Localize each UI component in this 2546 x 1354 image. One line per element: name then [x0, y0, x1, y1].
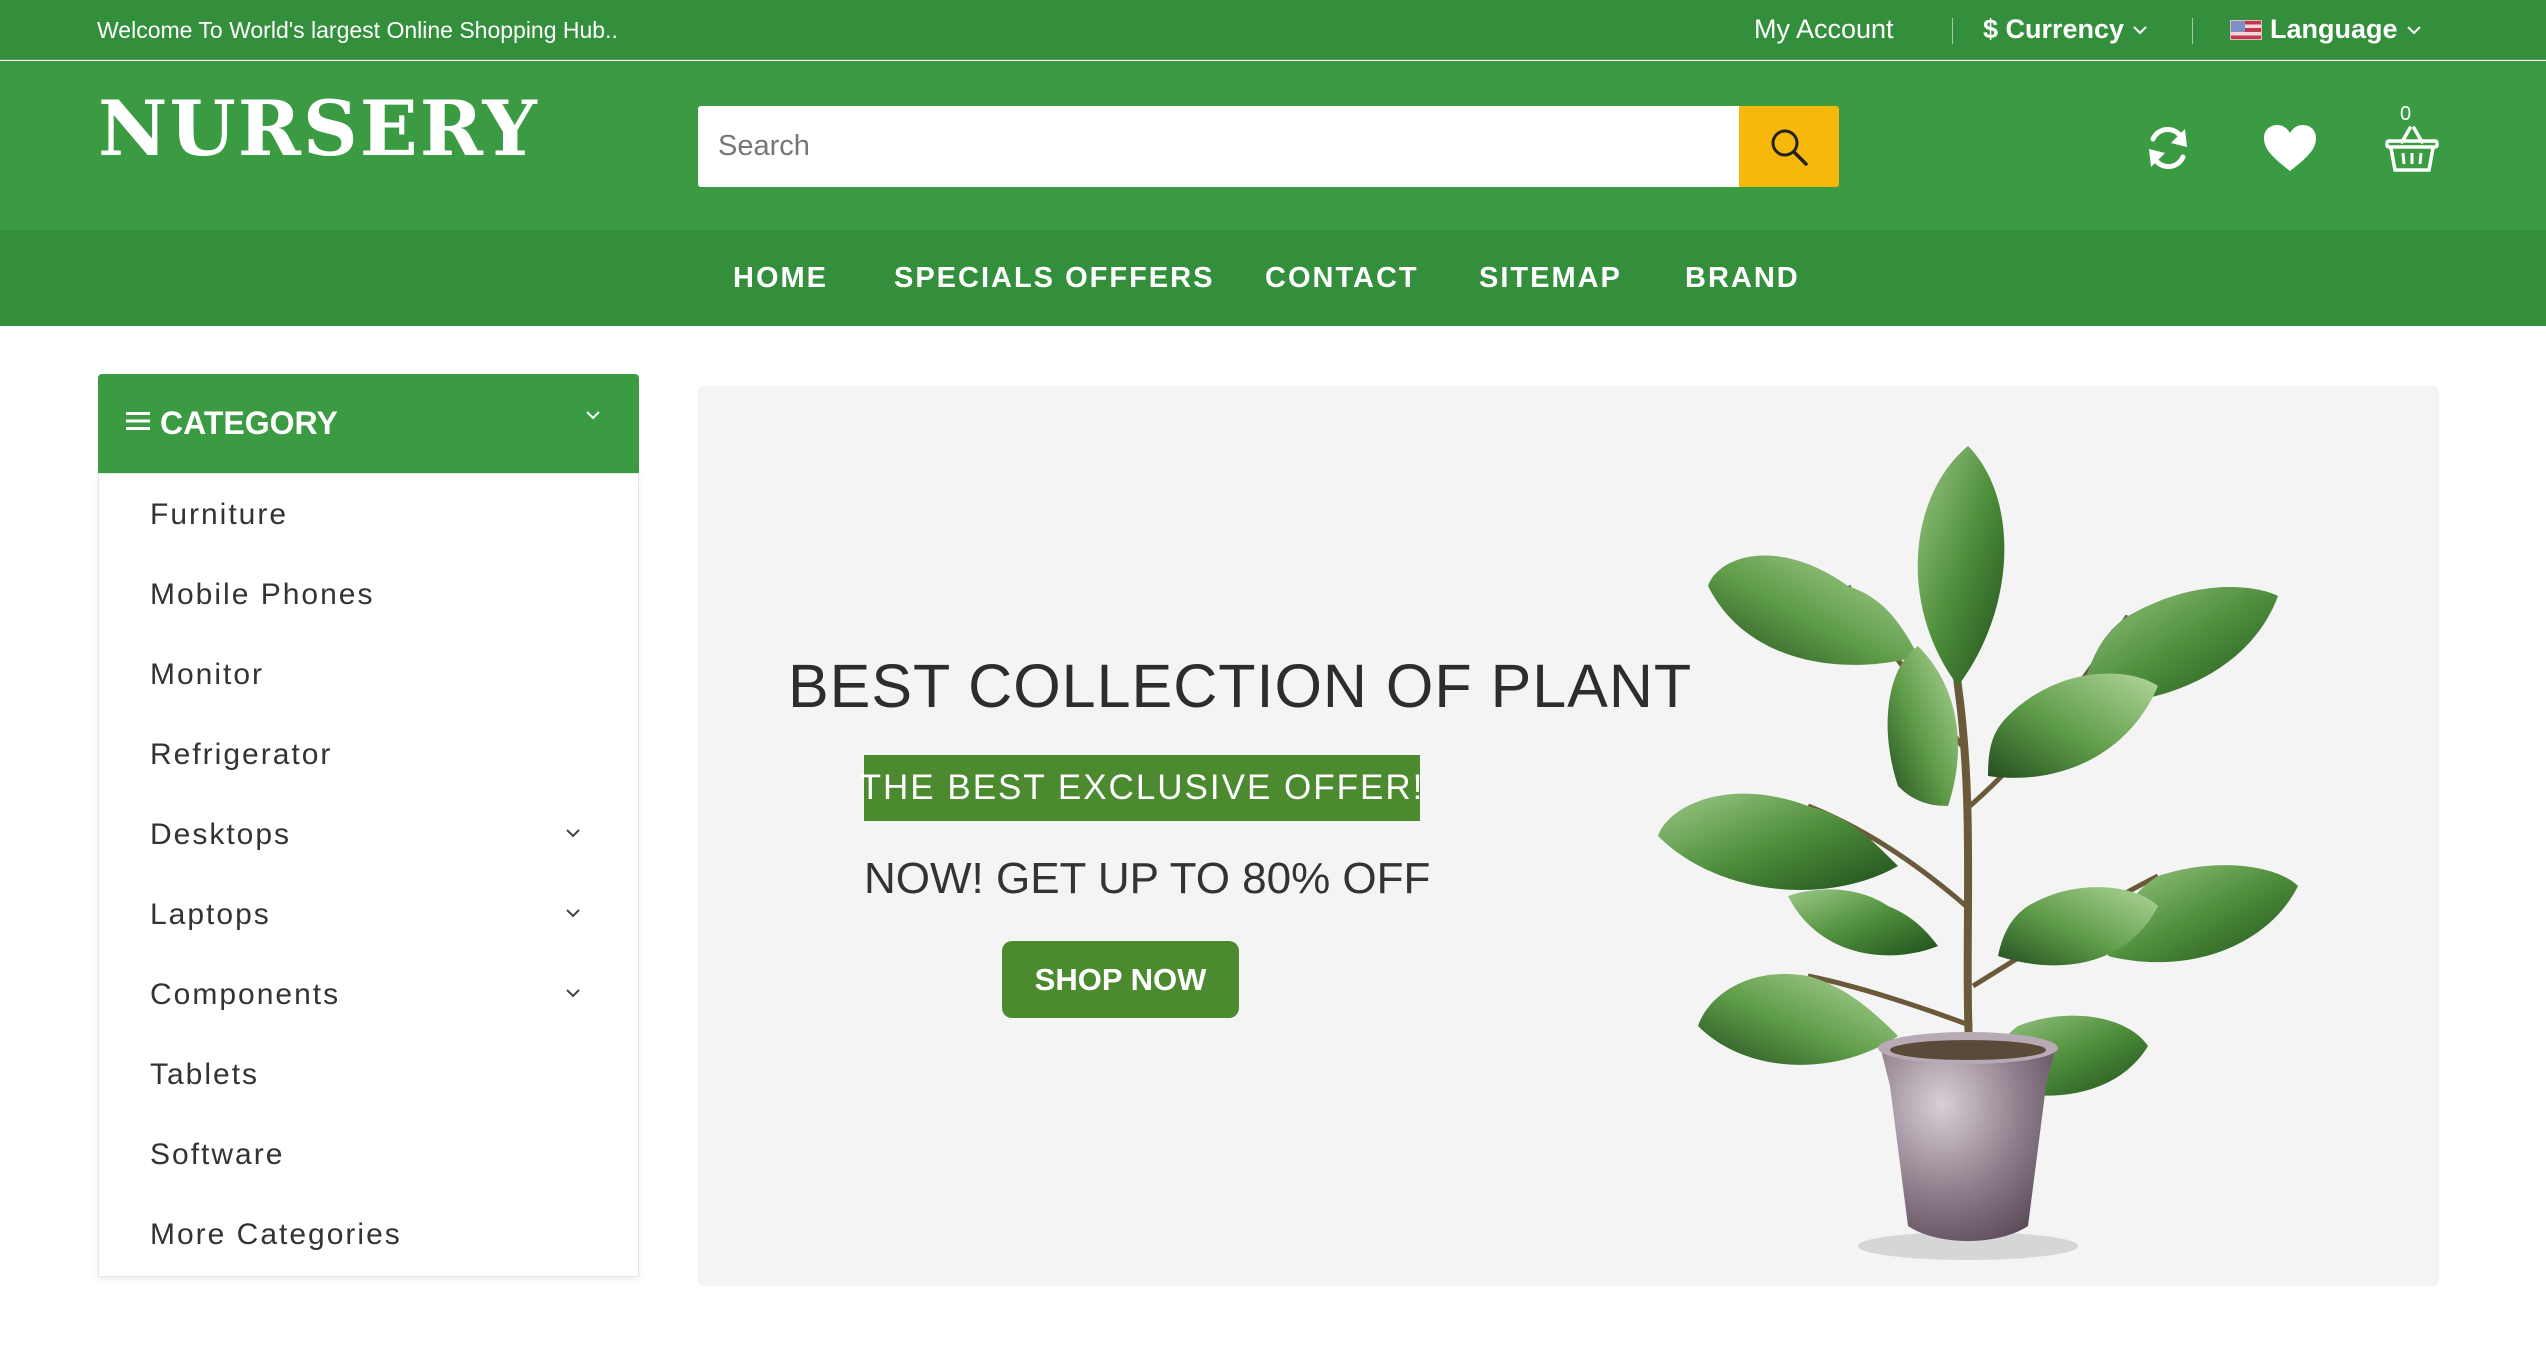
currency-label: $ Currency: [1983, 14, 2125, 44]
search-icon: [1771, 129, 1808, 166]
category-item-furniture[interactable]: Furniture: [99, 474, 638, 554]
main-nav: HOME SPECIALS OFFFERS CONTACT SITEMAP BR…: [0, 230, 2546, 326]
basket-icon: [2385, 126, 2439, 172]
divider: [1952, 18, 1953, 44]
divider: [2192, 18, 2193, 44]
hero-banner: BEST COLLECTION OF PLANT THE BEST EXCLUS…: [698, 386, 2439, 1286]
category-item-refrigerator[interactable]: Refrigerator: [99, 714, 638, 794]
hero-badge: THE BEST EXCLUSIVE OFFER!: [860, 755, 1422, 821]
nav-item-sitemap[interactable]: SITEMAP: [1479, 262, 1622, 295]
top-bar: Welcome To World's largest Online Shoppi…: [0, 0, 2546, 60]
category-item-label: Monitor: [150, 658, 265, 691]
hero-title: BEST COLLECTION OF PLANT: [788, 652, 1693, 720]
compare-button[interactable]: [2136, 116, 2200, 180]
category-item-more-categories[interactable]: More Categories: [99, 1194, 638, 1274]
chevron-down-icon[interactable]: [564, 987, 582, 999]
chevron-down-icon[interactable]: [564, 907, 582, 919]
category-item-label: Mobile Phones: [150, 578, 375, 611]
category-item-mobile-phones[interactable]: Mobile Phones: [99, 554, 638, 634]
menu-icon: [126, 412, 150, 430]
category-title: CATEGORY: [160, 405, 338, 441]
chevron-down-icon: [586, 411, 600, 420]
currency-dropdown[interactable]: $ Currency: [1983, 14, 2148, 45]
nav-item-contact[interactable]: CONTACT: [1265, 262, 1419, 295]
category-item-label: Tablets: [150, 1058, 260, 1091]
nav-item-brand[interactable]: BRAND: [1685, 262, 1800, 295]
chevron-down-icon: [2406, 25, 2421, 34]
category-item-software[interactable]: Software: [99, 1114, 638, 1194]
category-item-label: Desktops: [150, 818, 292, 851]
nav-item-specials-offers[interactable]: SPECIALS OFFFERS: [894, 262, 1214, 295]
my-account-link[interactable]: My Account: [1754, 14, 1894, 45]
category-header[interactable]: CATEGORY: [98, 374, 639, 473]
cart-button[interactable]: [2380, 116, 2444, 180]
category-item-components[interactable]: Components: [99, 954, 638, 1034]
nav-item-home[interactable]: HOME: [733, 262, 828, 295]
category-item-label: Components: [150, 978, 341, 1011]
site-logo[interactable]: NURSERY: [98, 91, 539, 167]
shop-now-button[interactable]: SHOP NOW: [1002, 941, 1239, 1018]
heart-icon: [2264, 125, 2316, 171]
hero-offer-text: NOW! GET UP TO 80% OFF: [864, 854, 1431, 903]
category-item-tablets[interactable]: Tablets: [99, 1034, 638, 1114]
welcome-text: Welcome To World's largest Online Shoppi…: [97, 17, 618, 43]
category-item-label: Software: [150, 1138, 285, 1171]
chevron-down-icon[interactable]: [564, 827, 582, 839]
flag-icon: [2230, 19, 2262, 40]
language-dropdown[interactable]: Language: [2230, 14, 2422, 45]
search-button[interactable]: [1739, 106, 1839, 187]
cart-count-badge: 0: [2400, 103, 2412, 125]
plant-image: [1658, 446, 2298, 1260]
main-header: NURSERY 0: [0, 61, 2546, 230]
chevron-down-icon: [2133, 25, 2147, 34]
language-label: Language: [2270, 14, 2398, 44]
category-item-label: More Categories: [150, 1218, 402, 1251]
category-item-desktops[interactable]: Desktops: [99, 794, 638, 874]
refresh-icon: [2149, 127, 2187, 169]
category-item-monitor[interactable]: Monitor: [99, 634, 638, 714]
category-item-label: Laptops: [150, 898, 271, 931]
wishlist-button[interactable]: [2258, 116, 2322, 180]
category-item-label: Furniture: [150, 498, 289, 531]
category-list: Furniture Mobile Phones Monitor Refriger…: [98, 473, 639, 1277]
category-item-laptops[interactable]: Laptops: [99, 874, 638, 954]
search-input[interactable]: [698, 106, 1740, 187]
category-item-label: Refrigerator: [150, 738, 333, 771]
